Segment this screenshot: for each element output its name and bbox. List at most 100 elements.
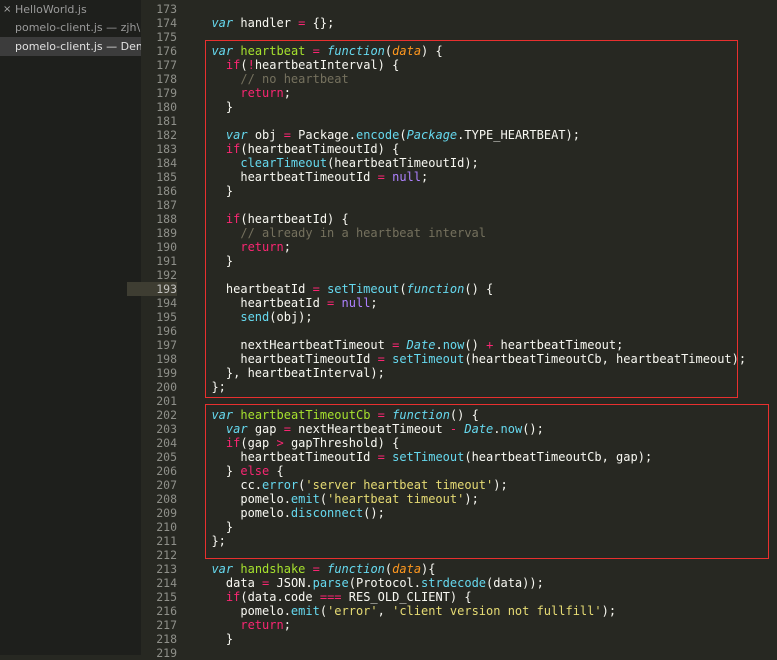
code-token: === <box>319 590 342 604</box>
code-token: handler <box>233 16 299 30</box>
code-token: data <box>197 576 263 590</box>
code-token: , <box>377 604 393 618</box>
line-number: 183 <box>156 142 177 156</box>
line-number: 213 <box>156 562 177 576</box>
line-number: 185 <box>156 170 177 184</box>
open-file-pomelo-client-demo[interactable]: pomelo-client.js — Demo <box>0 37 141 56</box>
line-number: 180 <box>156 100 177 114</box>
line-number: 198 <box>156 352 177 366</box>
line-number: 179 <box>156 86 177 100</box>
open-file-pomelo-client-zjh[interactable]: pomelo-client.js — zjh\... <box>0 18 141 37</box>
code-token: data <box>392 562 422 576</box>
line-number: 200 <box>156 380 177 394</box>
line-number: 184 <box>156 156 177 170</box>
code-line: } <box>197 632 777 646</box>
code-token: function <box>327 562 385 576</box>
code-token: (data)); <box>486 576 544 590</box>
highlight-box-heartbeat-timeout-cb <box>205 404 769 559</box>
line-number: 211 <box>156 534 177 548</box>
code-token: 'error' <box>327 604 378 618</box>
line-number: 191 <box>156 254 177 268</box>
line-number: 197 <box>156 338 177 352</box>
line-number: 218 <box>156 632 177 646</box>
sidebar: × HelloWorld.js pomelo-client.js — zjh\..… <box>0 0 141 655</box>
line-number: 178 <box>156 72 177 86</box>
line-number: 189 <box>156 226 177 240</box>
code-token: ){ <box>421 562 436 576</box>
code-token: handshake <box>240 562 306 576</box>
code-line: pomelo.emit('error', 'client version not… <box>197 604 777 618</box>
code-token: parse <box>312 576 349 590</box>
highlight-box-heartbeat <box>205 40 738 398</box>
line-number: 208 <box>156 492 177 506</box>
file-label: pomelo-client.js — Demo <box>15 40 141 53</box>
code-token: (Protocol. <box>348 576 421 590</box>
line-number: 219 <box>156 646 177 660</box>
code-token: {}; <box>305 16 335 30</box>
line-number: 190 <box>156 240 177 254</box>
file-label: HelloWorld.js <box>15 3 87 16</box>
code-line: return; <box>197 618 777 632</box>
line-number: 210 <box>156 520 177 534</box>
code-line: if(data.code === RES_OLD_CLIENT) { <box>197 590 777 604</box>
line-number: 206 <box>156 464 177 478</box>
line-number: 199 <box>156 366 177 380</box>
line-number: 217 <box>156 618 177 632</box>
line-number: 175 <box>156 30 177 44</box>
code-token: return <box>240 618 284 632</box>
line-number: 181 <box>156 114 177 128</box>
code-token: } <box>197 632 234 646</box>
code-token: = <box>312 562 320 576</box>
line-number: 177 <box>156 58 177 72</box>
code-token: ); <box>601 604 617 618</box>
line-number: 195 <box>156 310 177 324</box>
code-token: 'client version not fullfill' <box>392 604 602 618</box>
close-icon[interactable]: × <box>3 0 11 19</box>
line-number: 205 <box>156 450 177 464</box>
line-number: 173 <box>156 2 177 16</box>
code-token: var <box>211 562 234 576</box>
code-token: emit <box>290 604 320 618</box>
code-token: (data.code <box>240 590 320 604</box>
line-number: 192 <box>156 268 177 282</box>
code-token: RES_OLD_CLIENT) { <box>341 590 472 604</box>
line-number: 186 <box>156 184 177 198</box>
line-number: 196 <box>156 324 177 338</box>
line-number: 176 <box>156 44 177 58</box>
code-token: JSON. <box>269 576 313 590</box>
line-number: 182 <box>156 128 177 142</box>
line-number: 188 <box>156 212 177 226</box>
line-number: 202 <box>156 408 177 422</box>
line-number: 207 <box>156 478 177 492</box>
code-line: var handler = {}; <box>197 16 777 30</box>
code-line: var handshake = function(data){ <box>197 562 777 576</box>
line-number: 209 <box>156 506 177 520</box>
code-token: if <box>225 590 241 604</box>
file-label: pomelo-client.js — zjh\... <box>15 21 141 34</box>
code-token: strdecode <box>421 576 487 590</box>
code-token: var <box>211 16 234 30</box>
open-file-helloworld[interactable]: × HelloWorld.js <box>0 0 141 19</box>
line-number-gutter: 173 174 175 176 177 178 179 180 181 182 183 184 185 1… <box>127 2 177 660</box>
code-token: ( <box>319 604 328 618</box>
line-number: 216 <box>156 604 177 618</box>
line-number: 194 <box>156 296 177 310</box>
line-number: 214 <box>156 576 177 590</box>
line-number: 212 <box>156 548 177 562</box>
code-token: pomelo. <box>197 604 291 618</box>
line-number: 215 <box>156 590 177 604</box>
line-number: 193 <box>127 282 177 296</box>
line-number: 201 <box>156 394 177 408</box>
code-line: data = JSON.parse(Protocol.strdecode(dat… <box>197 576 777 590</box>
code-token: ; <box>283 618 291 632</box>
line-number: 187 <box>156 198 177 212</box>
line-number: 204 <box>156 436 177 450</box>
line-number: 174 <box>156 16 177 30</box>
